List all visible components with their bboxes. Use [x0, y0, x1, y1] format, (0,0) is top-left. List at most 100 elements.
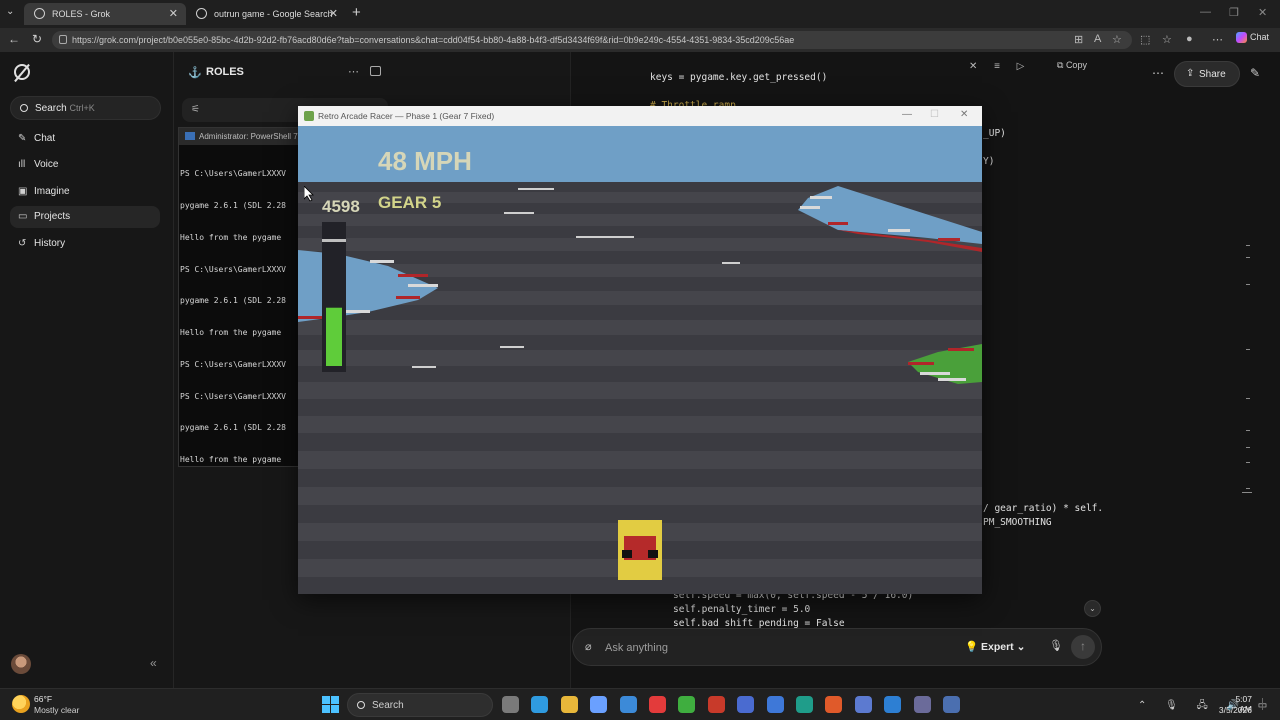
copilot-icon[interactable]: [590, 696, 608, 713]
timeline-tick-active[interactable]: [1242, 492, 1252, 493]
collapse-code-icon[interactable]: ✕: [969, 61, 977, 72]
profile-avatar-icon[interactable]: ●: [1186, 33, 1193, 45]
user-avatar[interactable]: [11, 654, 31, 674]
system-tray[interactable]: ⌃ 🎙 🖧 🔊 ▭: [1138, 698, 1275, 715]
close-tab-icon[interactable]: ✕: [329, 7, 338, 20]
clock-date[interactable]: 3/5/2026: [1216, 705, 1252, 715]
reload-icon[interactable]: ↻: [32, 32, 42, 46]
powershell-title-bar[interactable]: Administrator: PowerShell 7: [179, 128, 309, 145]
tab-roles-grok[interactable]: ROLES - Grok ✕: [24, 3, 186, 25]
timeline-tick[interactable]: [1246, 284, 1250, 285]
road-stripe: [298, 451, 982, 469]
timeline-tick[interactable]: [1246, 349, 1250, 350]
file-explorer-icon[interactable]: [502, 696, 519, 713]
site-info-icon[interactable]: [59, 35, 67, 44]
attach-paperclip-icon[interactable]: ⌀: [585, 640, 592, 653]
taskbar-search[interactable]: Search: [347, 693, 493, 717]
minimize-icon[interactable]: —: [902, 109, 912, 120]
console-line: PS C:\Users\GamerLXXXV: [180, 359, 286, 369]
snip-icon[interactable]: [913, 696, 931, 713]
sidebar-item-chat[interactable]: ✎ Chat: [10, 128, 160, 150]
game-icon[interactable]: [707, 696, 725, 713]
run-code-icon[interactable]: ▷: [1017, 61, 1025, 72]
new-chat-edit-icon[interactable]: ✎: [1250, 66, 1260, 80]
python-icon[interactable]: [943, 696, 960, 713]
tab-google-search[interactable]: outrun game - Google Search ✕: [186, 3, 346, 25]
back-arrow-icon[interactable]: ←: [8, 32, 20, 46]
terminal-icon[interactable]: [737, 696, 755, 713]
timeline-tick[interactable]: [1246, 447, 1250, 448]
mail-icon[interactable]: [766, 696, 784, 713]
favorites-icon[interactable]: ☆: [1162, 33, 1172, 46]
game-title-bar[interactable]: Retro Arcade Racer — Phase 1 (Gear 7 Fix…: [298, 106, 982, 126]
extensions-icon[interactable]: ⬚: [1140, 33, 1150, 46]
sidebar-item-imagine[interactable]: ▣ Imagine: [10, 181, 160, 203]
filter-icon[interactable]: ⚟: [191, 104, 200, 115]
timeline-tick[interactable]: [1246, 398, 1250, 399]
road-stripe: [298, 382, 982, 399]
toggle-panel-icon[interactable]: [370, 66, 381, 76]
opera-icon[interactable]: [649, 696, 666, 713]
chat-input-box: ⌀ 💡 Expert ⌄ 🎙 ↑: [572, 628, 1102, 666]
app-install-icon[interactable]: ⊞: [1074, 33, 1083, 46]
share-button[interactable]: ⇪ Share: [1174, 61, 1240, 87]
timeline-tick[interactable]: [1246, 462, 1250, 463]
close-tab-icon[interactable]: ✕: [169, 7, 178, 20]
collapse-sidebar-icon[interactable]: «: [150, 656, 157, 670]
timeline-tick[interactable]: [1246, 430, 1250, 431]
grok-favicon-icon: [34, 8, 45, 19]
sidebar-item-voice[interactable]: ıll Voice: [10, 154, 160, 176]
tab-list-chevron-icon[interactable]: ⌄: [6, 6, 14, 17]
close-window-icon[interactable]: ✕: [1258, 6, 1267, 19]
sidebar-item-history[interactable]: ↺ History: [10, 233, 160, 255]
close-window-icon[interactable]: ✕: [960, 109, 968, 120]
ask-input[interactable]: [605, 638, 905, 658]
brave-icon[interactable]: [825, 696, 843, 713]
game-window[interactable]: Retro Arcade Racer — Phase 1 (Gear 7 Fix…: [298, 106, 982, 594]
timeline-tick[interactable]: [1246, 257, 1250, 258]
copilot-chat-button[interactable]: Chat: [1236, 32, 1269, 44]
more-options-icon[interactable]: ⋯: [1152, 66, 1164, 80]
code-line: keys = pygame.key.get_pressed(): [650, 72, 828, 83]
settings-more-icon[interactable]: ⋯: [1212, 33, 1223, 46]
edge-icon[interactable]: [531, 696, 549, 713]
sidebar-item-projects[interactable]: ▭ Projects: [10, 206, 160, 228]
folder-icon[interactable]: [560, 696, 578, 713]
console-line: pygame 2.6.1 (SDL 2.28: [180, 296, 286, 306]
weather-desc[interactable]: Mostly clear: [34, 705, 79, 715]
game-canvas[interactable]: 48 MPH 4598 GEAR 5: [298, 126, 982, 594]
powershell-icon[interactable]: [854, 696, 872, 713]
timeline-tick[interactable]: [1246, 488, 1250, 489]
road-stripe: [298, 305, 982, 320]
read-aloud-icon[interactable]: A: [1094, 33, 1101, 45]
favorite-star-icon[interactable]: ☆: [1112, 33, 1122, 46]
microphone-icon[interactable]: 🎙: [1049, 639, 1063, 652]
send-button[interactable]: ↑: [1071, 635, 1095, 659]
copy-code-button[interactable]: ⧉ Copy: [1057, 60, 1087, 71]
rpm-gauge-fill: [326, 307, 342, 366]
address-bar[interactable]: https://grok.com/project/b0e055e0-85bc-4…: [52, 31, 1132, 49]
sidebar-item-label: History: [34, 238, 66, 249]
store-icon[interactable]: [619, 696, 637, 713]
new-tab-plus-icon[interactable]: +: [352, 4, 361, 21]
maximize-icon: ☐: [930, 109, 939, 120]
weather-sun-icon[interactable]: [12, 695, 30, 713]
timeline-tick[interactable]: [1246, 245, 1250, 246]
app-icon[interactable]: [796, 696, 813, 713]
vscode-icon[interactable]: [884, 696, 902, 713]
more-options-icon[interactable]: ⋯: [348, 65, 359, 78]
minimize-icon[interactable]: —: [1200, 6, 1211, 18]
restore-icon[interactable]: ❐: [1229, 6, 1239, 19]
wrap-lines-icon[interactable]: ≡: [994, 61, 1000, 72]
show-desktop[interactable]: [1262, 698, 1268, 710]
powershell-window[interactable]: Administrator: PowerShell 7 PS C:\Users\…: [178, 127, 309, 467]
model-mode-selector[interactable]: 💡 Expert ⌄: [965, 640, 1025, 653]
code-line: self.penalty_timer = 5.0: [673, 604, 811, 615]
start-windows-icon[interactable]: [322, 696, 339, 713]
grok-logo-icon[interactable]: [14, 64, 30, 80]
xbox-icon[interactable]: [678, 696, 696, 713]
weather-temp[interactable]: 66°F: [34, 694, 52, 704]
sidebar-search-button[interactable]: Search Ctrl+K: [10, 96, 161, 120]
scroll-down-chevron-icon[interactable]: ⌄: [1084, 600, 1101, 617]
sidebar-item-label: Imagine: [34, 186, 70, 197]
